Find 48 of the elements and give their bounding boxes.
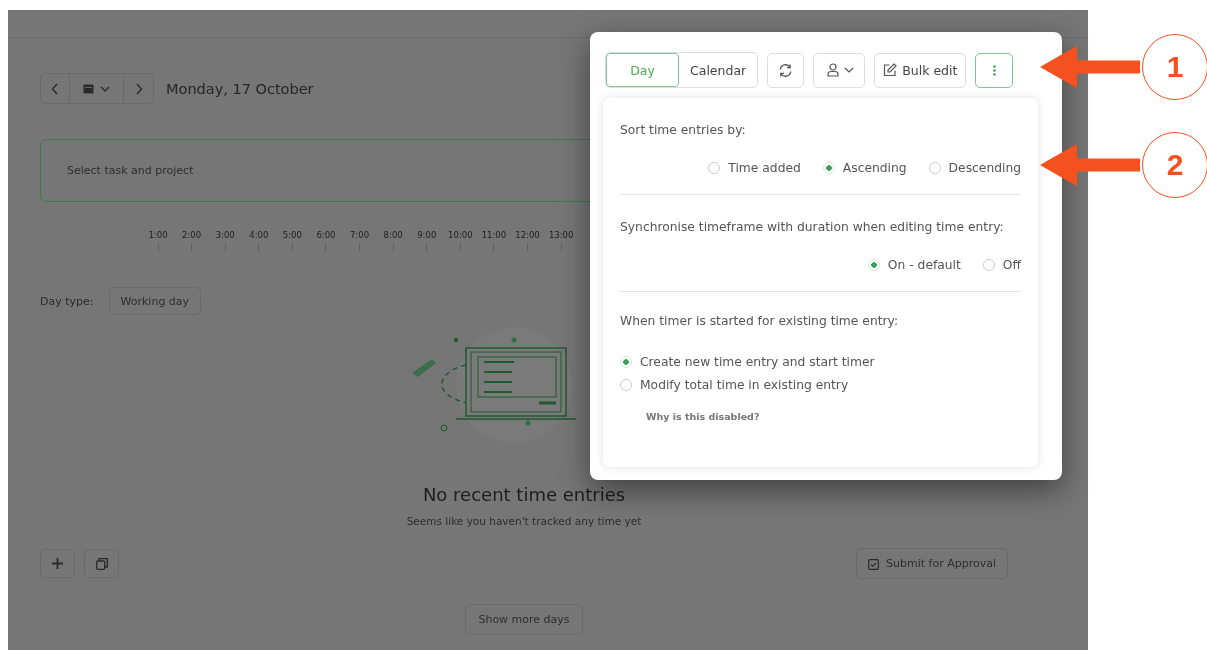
user-icon (827, 63, 840, 77)
vertical-dots-icon (992, 64, 996, 76)
add-button[interactable] (40, 549, 75, 578)
chevron-right-icon (134, 82, 143, 95)
hour-label: 11:00 (481, 230, 507, 240)
hour-label: 2:00 (182, 230, 202, 240)
help-link[interactable]: Why is this disabled? (646, 411, 760, 422)
chevron-left-icon (51, 82, 59, 95)
hour-label: 7:00 (350, 230, 370, 240)
arrow-icon (1040, 43, 1140, 91)
refresh-icon (778, 62, 794, 78)
more-options-button[interactable] (975, 52, 1014, 88)
radio-option[interactable]: Modify total time in existing entry (620, 378, 1021, 392)
radio-option[interactable]: Time added (708, 161, 801, 175)
hour-label: 4:00 (249, 230, 269, 240)
chevron-down-icon (100, 85, 110, 92)
hour-label: 12:00 (515, 230, 540, 240)
hour-label: 10:00 (448, 230, 473, 240)
arrow-icon (1040, 141, 1140, 189)
empty-state-subtitle: Seems like you haven't tracked any time yet (405, 515, 643, 527)
copy-button[interactable] (84, 549, 119, 578)
radio-option[interactable]: Create new time entry and start timer (620, 355, 1021, 369)
plus-icon (52, 558, 63, 569)
hour-label: 8:00 (383, 230, 403, 240)
edit-icon (883, 63, 898, 77)
day-type-label: Day type: (40, 294, 94, 308)
copy-icon (95, 557, 108, 570)
chevron-down-icon (844, 67, 855, 73)
hour-label: 13:00 (548, 230, 574, 240)
calendar-check-icon (868, 557, 880, 570)
radio-option[interactable]: On - default (867, 258, 961, 272)
calendar-icon (83, 83, 94, 94)
empty-state-title: No recent time entries (421, 484, 627, 505)
setting-title: Sort time entries by: (620, 123, 747, 137)
hour-label: 9:00 (417, 230, 437, 240)
view-tab[interactable]: Calendar (679, 53, 758, 87)
bulk-edit-button[interactable]: Bulk edit (874, 52, 967, 88)
user-selector[interactable] (813, 52, 866, 88)
radio-option[interactable]: Off (982, 258, 1021, 272)
setting-title: Synchronise timeframe with duration when editing time entry: (620, 220, 1005, 234)
radio-option[interactable]: Ascending (822, 161, 907, 175)
hour-label: 5:00 (282, 230, 302, 240)
hour-label: 6:00 (316, 230, 336, 240)
refresh-button[interactable] (767, 52, 805, 88)
hour-label: 3:00 (215, 230, 235, 240)
date-heading: Monday, 17 October (166, 80, 314, 97)
hour-label: 1:00 (148, 230, 168, 240)
setting-title: When timer is started for existing time entry: (620, 314, 900, 328)
